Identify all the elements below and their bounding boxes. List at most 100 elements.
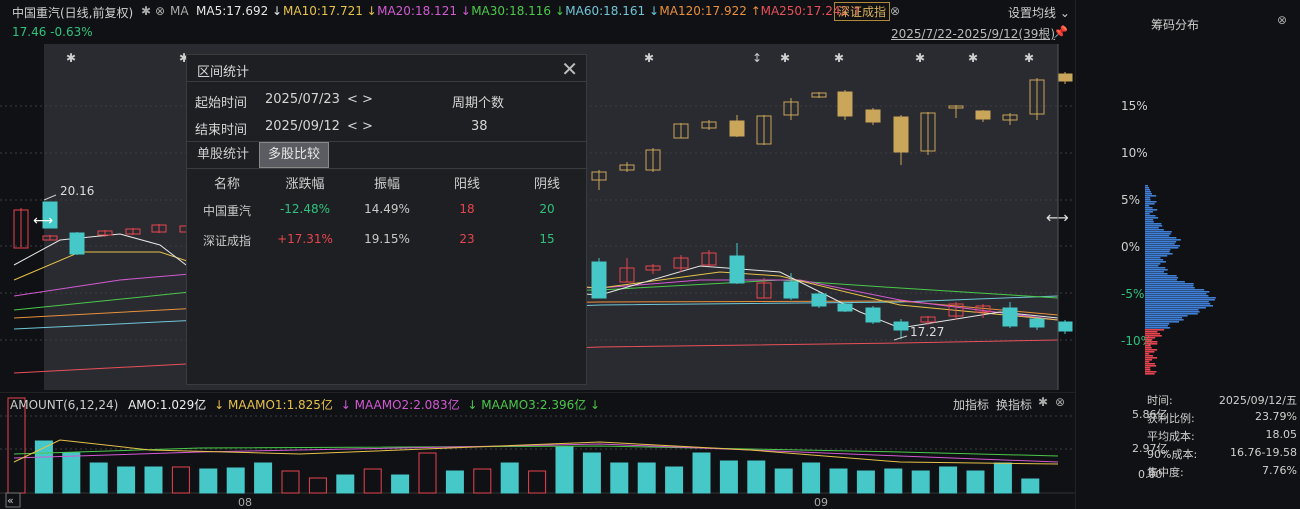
chip-bar [1145, 289, 1205, 291]
chip-bar [1145, 317, 1183, 319]
resize-handle-icon[interactable]: ⟷ [33, 213, 53, 229]
y-axis-label: 15% [1121, 99, 1148, 113]
chip-bar [1145, 227, 1159, 229]
candle [837, 303, 853, 312]
switch-indicator-button[interactable]: 换指标 [996, 396, 1032, 413]
chip-bar [1145, 195, 1157, 197]
table-row-name[interactable]: 中国重汽 [187, 202, 267, 219]
close-icon[interactable]: ⊗ [890, 4, 900, 18]
ma-legend-item: MA120:17.922 ↑ [659, 4, 761, 18]
chip-bar [1145, 341, 1158, 343]
end-time-value[interactable]: 2025/09/12 [265, 119, 340, 134]
col-up: 阳线 [453, 177, 480, 192]
chip-bar [1145, 329, 1165, 331]
volume-bar [363, 468, 382, 494]
star-icon: ✱ [66, 51, 76, 65]
info-key: 集中度: [1147, 466, 1184, 479]
chip-bar [1145, 193, 1152, 195]
chip-bar [1145, 343, 1158, 345]
info-key: 获利比例: [1147, 412, 1195, 425]
amount-legend: AMOUNT(6,12,24) AMO:1.029亿 ↓ MAAMO1:1.82… [10, 398, 601, 412]
table-cell-up: 18 [459, 202, 475, 216]
table-cell-amplitude: 14.49% [364, 202, 410, 216]
add-indicator-button[interactable]: 加指标 [953, 396, 989, 413]
close-icon[interactable]: ✕ [561, 57, 578, 81]
chip-bar [1145, 367, 1151, 369]
chip-bar [1145, 259, 1164, 261]
period-label: 周期个数 [452, 96, 505, 111]
candle [811, 293, 827, 307]
chip-bar [1145, 273, 1168, 275]
ma-legend-item: MA30:18.116 ↓ [471, 4, 565, 18]
volume-bar [254, 462, 273, 494]
month-label: 08 [238, 496, 252, 509]
chip-bar [1145, 299, 1215, 301]
candle [729, 120, 745, 137]
chip-bar [1145, 207, 1153, 209]
chip-bar [1145, 219, 1154, 221]
close-icon[interactable]: ⊗ [1055, 395, 1065, 409]
info-value: 23.79% [1255, 410, 1297, 423]
start-time-stepper[interactable]: < > [347, 92, 373, 107]
chip-bar [1145, 261, 1166, 263]
candle [1057, 321, 1073, 332]
col-amplitude: 振幅 [373, 177, 400, 192]
star-icon: ✱ [1024, 51, 1034, 65]
chip-bar [1145, 295, 1209, 297]
volume-bar [582, 452, 601, 494]
table-cell-down: 15 [539, 232, 555, 246]
settings-ma-button[interactable]: 设置均线 ⌄ [1008, 4, 1070, 21]
volume-bar [774, 468, 793, 494]
close-icon[interactable]: ⊗ [155, 4, 165, 18]
table-row-name[interactable]: 深证成指 [187, 232, 267, 249]
chip-bar [1145, 191, 1151, 193]
close-icon[interactable]: ⊗ [1277, 13, 1287, 27]
col-change: 涨跌幅 [285, 177, 325, 192]
chip-histogram [1145, 185, 1216, 375]
tab-multi-compare[interactable]: 多股比较 [259, 142, 330, 168]
chip-bar [1145, 293, 1207, 295]
chip-bar [1145, 347, 1152, 349]
y-axis-label: -5% [1121, 287, 1145, 301]
end-time-stepper[interactable]: < > [347, 119, 373, 134]
volume-bar [637, 462, 656, 494]
chip-distribution-panel: 筹码分布 ⊗ 15% 10% 5% 0% -5% -10% 5.86亿 2.97亿 0.0… [1075, 0, 1300, 509]
col-down: 阴线 [533, 177, 560, 192]
chip-bar [1145, 311, 1200, 313]
chip-bar [1145, 231, 1172, 233]
low-label: 17.27 [910, 325, 944, 339]
chip-bar [1145, 213, 1150, 215]
volume-bar [966, 470, 985, 494]
dialog-title: 区间统计 [197, 65, 250, 80]
chip-bar [1145, 265, 1159, 267]
range-stats-dialog: 区间统计 ✕ 起始时间 2025/07/23 < > 周期个数 结束时间 202… [186, 54, 587, 385]
start-time-value[interactable]: 2025/07/23 [265, 92, 340, 107]
volume-bar [144, 466, 163, 494]
volume-bar [391, 474, 410, 494]
double-left-icon[interactable]: « [7, 494, 14, 507]
tab-single-stock[interactable]: 单股统计 [189, 142, 257, 168]
volume-bar [89, 462, 108, 494]
candle [591, 261, 607, 299]
info-value: 18.05 [1265, 428, 1298, 441]
chip-bar [1145, 315, 1188, 317]
chip-bar [1145, 371, 1157, 373]
candle [975, 110, 991, 120]
star-icon: ✱ [834, 51, 844, 65]
info-key: 时间: [1147, 394, 1173, 407]
chip-bar [1145, 279, 1177, 281]
volume-bar [856, 470, 875, 494]
candle [893, 116, 909, 153]
candle [1057, 73, 1073, 82]
star-icon: ✱ [915, 51, 925, 65]
chip-bar [1145, 199, 1151, 201]
volume-bar [418, 452, 437, 494]
index-tag[interactable]: 深证成指 [834, 2, 891, 21]
volume-bar [1021, 478, 1040, 494]
gear-icon[interactable]: ✱ [141, 4, 151, 18]
pin-icon[interactable]: 📌 [1053, 25, 1068, 39]
chip-bar [1145, 303, 1211, 305]
chip-bar [1145, 271, 1164, 273]
gear-icon[interactable]: ✱ [1038, 395, 1048, 409]
chip-bar [1145, 235, 1170, 237]
